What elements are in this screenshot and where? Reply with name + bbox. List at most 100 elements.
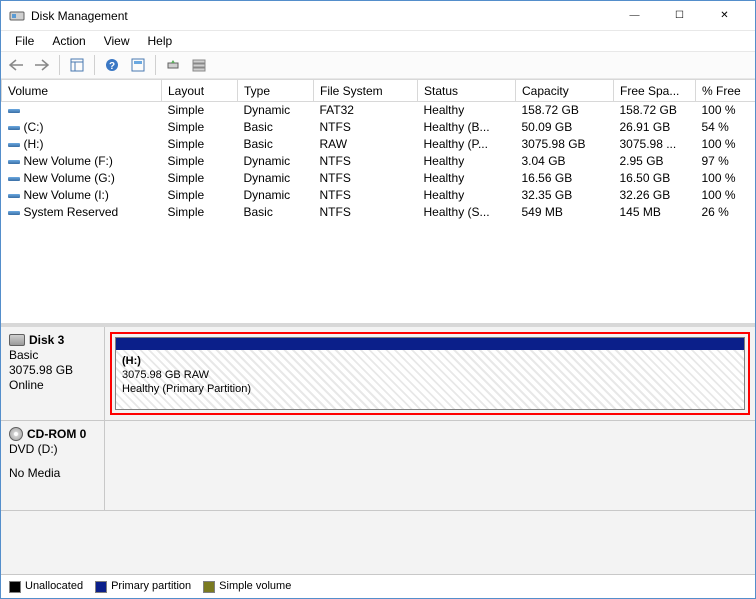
partition-header bbox=[116, 338, 744, 350]
volume-icon bbox=[8, 160, 20, 164]
partition-status: Healthy (Primary Partition) bbox=[122, 382, 738, 396]
svg-text:?: ? bbox=[109, 61, 115, 72]
cell-free: 3075.98 ... bbox=[614, 136, 696, 153]
legend-swatch-primary bbox=[95, 581, 107, 593]
cell-pct: 54 % bbox=[696, 119, 756, 136]
graphical-view-pane: Disk 3 Basic 3075.98 GB Online (H:) 3075… bbox=[1, 327, 755, 574]
cell-layout: Simple bbox=[162, 170, 238, 187]
cell-layout: Simple bbox=[162, 187, 238, 204]
col-type[interactable]: Type bbox=[238, 80, 314, 102]
list-button[interactable] bbox=[188, 54, 210, 76]
cell-status: Healthy (P... bbox=[418, 136, 516, 153]
forward-button[interactable] bbox=[31, 54, 53, 76]
volume-name: (C:) bbox=[24, 120, 44, 134]
cell-status: Healthy bbox=[418, 102, 516, 119]
cell-capacity: 3075.98 GB bbox=[516, 136, 614, 153]
table-row[interactable]: New Volume (I:)SimpleDynamicNTFSHealthy3… bbox=[2, 187, 756, 204]
volume-icon bbox=[8, 211, 20, 215]
cdrom-empty-area bbox=[105, 421, 755, 510]
menu-bar: File Action View Help bbox=[1, 31, 755, 51]
cell-layout: Simple bbox=[162, 136, 238, 153]
cell-pct: 26 % bbox=[696, 204, 756, 221]
partition-h[interactable]: (H:) 3075.98 GB RAW Healthy (Primary Par… bbox=[115, 337, 745, 410]
menu-file[interactable]: File bbox=[7, 32, 42, 50]
table-row[interactable]: SimpleDynamicFAT32Healthy158.72 GB158.72… bbox=[2, 102, 756, 119]
help-button[interactable]: ? bbox=[101, 54, 123, 76]
cell-type: Dynamic bbox=[238, 102, 314, 119]
cell-capacity: 3.04 GB bbox=[516, 153, 614, 170]
table-row[interactable]: System ReservedSimpleBasicNTFSHealthy (S… bbox=[2, 204, 756, 221]
col-pct-free[interactable]: % Free bbox=[696, 80, 756, 102]
volume-icon bbox=[8, 194, 20, 198]
volume-table[interactable]: Volume Layout Type File System Status Ca… bbox=[1, 79, 755, 221]
cell-free: 145 MB bbox=[614, 204, 696, 221]
cell-type: Dynamic bbox=[238, 153, 314, 170]
cell-fs: NTFS bbox=[314, 187, 418, 204]
col-volume[interactable]: Volume bbox=[2, 80, 162, 102]
cell-fs: RAW bbox=[314, 136, 418, 153]
cell-capacity: 32.35 GB bbox=[516, 187, 614, 204]
refresh-button[interactable] bbox=[162, 54, 184, 76]
cell-pct: 100 % bbox=[696, 136, 756, 153]
volume-icon bbox=[8, 143, 20, 147]
maximize-button[interactable]: ☐ bbox=[657, 1, 702, 30]
col-filesystem[interactable]: File System bbox=[314, 80, 418, 102]
disk-type: Basic bbox=[9, 348, 96, 362]
menu-action[interactable]: Action bbox=[44, 32, 93, 50]
cell-fs: NTFS bbox=[314, 153, 418, 170]
volume-list-pane: Volume Layout Type File System Status Ca… bbox=[1, 79, 755, 327]
table-row[interactable]: (H:)SimpleBasicRAWHealthy (P...3075.98 G… bbox=[2, 136, 756, 153]
legend-simple: Simple volume bbox=[219, 580, 291, 592]
minimize-button[interactable]: — bbox=[612, 1, 657, 30]
settings-button[interactable] bbox=[127, 54, 149, 76]
cell-layout: Simple bbox=[162, 204, 238, 221]
volume-name: System Reserved bbox=[24, 205, 119, 219]
col-free-space[interactable]: Free Spa... bbox=[614, 80, 696, 102]
cell-type: Basic bbox=[238, 204, 314, 221]
cdrom-icon bbox=[9, 427, 23, 441]
app-icon bbox=[9, 8, 25, 24]
legend-bar: Unallocated Primary partition Simple vol… bbox=[1, 574, 755, 598]
volume-name: New Volume (G:) bbox=[24, 171, 115, 185]
legend-primary: Primary partition bbox=[111, 580, 191, 592]
highlighted-partition: (H:) 3075.98 GB RAW Healthy (Primary Par… bbox=[110, 332, 750, 415]
close-button[interactable]: ✕ bbox=[702, 1, 747, 30]
col-status[interactable]: Status bbox=[418, 80, 516, 102]
toolbar-separator bbox=[94, 55, 95, 75]
table-row[interactable]: (C:)SimpleBasicNTFSHealthy (B...50.09 GB… bbox=[2, 119, 756, 136]
back-button[interactable] bbox=[5, 54, 27, 76]
toolbar-separator bbox=[155, 55, 156, 75]
toolbar-separator bbox=[59, 55, 60, 75]
disk-row-disk3[interactable]: Disk 3 Basic 3075.98 GB Online (H:) 3075… bbox=[1, 327, 755, 421]
table-row[interactable]: New Volume (F:) SimpleDynamicNTFSHealthy3… bbox=[2, 153, 756, 170]
cell-capacity: 158.72 GB bbox=[516, 102, 614, 119]
cell-layout: Simple bbox=[162, 153, 238, 170]
col-layout[interactable]: Layout bbox=[162, 80, 238, 102]
volume-name: New Volume (F:) bbox=[24, 154, 113, 168]
cell-fs: NTFS bbox=[314, 119, 418, 136]
disk-size: 3075.98 GB bbox=[9, 363, 96, 377]
cell-capacity: 16.56 GB bbox=[516, 170, 614, 187]
cell-pct: 100 % bbox=[696, 170, 756, 187]
toolbar: ? bbox=[1, 51, 755, 79]
properties-button[interactable] bbox=[66, 54, 88, 76]
menu-help[interactable]: Help bbox=[140, 32, 181, 50]
legend-swatch-simple bbox=[203, 581, 215, 593]
volume-icon bbox=[8, 126, 20, 130]
cdrom-name: CD-ROM 0 bbox=[27, 427, 86, 441]
disk-icon bbox=[9, 334, 25, 346]
cell-capacity: 50.09 GB bbox=[516, 119, 614, 136]
menu-view[interactable]: View bbox=[96, 32, 138, 50]
cell-status: Healthy bbox=[418, 153, 516, 170]
cell-pct: 100 % bbox=[696, 187, 756, 204]
table-row[interactable]: New Volume (G:)SimpleDynamicNTFSHealthy1… bbox=[2, 170, 756, 187]
disk-row-cdrom[interactable]: CD-ROM 0 DVD (D:) No Media bbox=[1, 421, 755, 511]
col-capacity[interactable]: Capacity bbox=[516, 80, 614, 102]
cell-layout: Simple bbox=[162, 119, 238, 136]
disk-label: CD-ROM 0 DVD (D:) No Media bbox=[1, 421, 105, 510]
disk-status: Online bbox=[9, 378, 96, 392]
volume-name: New Volume (I:) bbox=[24, 188, 109, 202]
cell-free: 26.91 GB bbox=[614, 119, 696, 136]
table-header-row: Volume Layout Type File System Status Ca… bbox=[2, 80, 756, 102]
cell-fs: NTFS bbox=[314, 204, 418, 221]
